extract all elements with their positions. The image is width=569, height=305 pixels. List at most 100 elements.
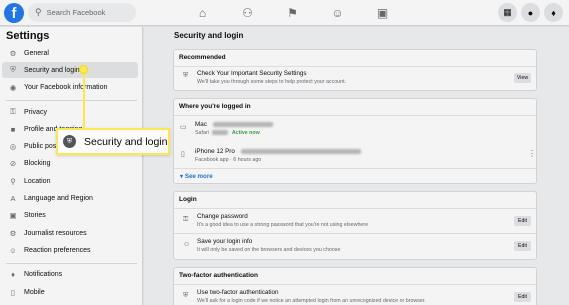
change-password-title: Change password [197,213,248,220]
sidebar-divider [6,100,137,101]
sidebar-item-language-and-region[interactable]: A Language and Region [2,190,138,206]
location-icon: ⚲ [10,176,16,186]
sidebar-item-location[interactable]: ⚲ Location [2,173,138,189]
sidebar-item-label: Notifications [24,270,63,278]
shield-check-icon: ⛨ [183,72,189,79]
sidebar-item-label: Security and login [24,66,80,74]
friends-icon[interactable]: ⚇ [225,0,270,26]
block-icon: ⊘ [9,158,17,168]
edit-save-login-button[interactable]: Edit [514,241,531,251]
sidebar-item-label: Privacy [24,108,47,116]
reaction-icon: ☺ [9,245,17,255]
sidebar-item-privacy[interactable]: ⚿ Privacy [2,104,138,120]
gear-icon: ⚙ [9,48,17,58]
facebook-logo[interactable]: f [4,3,24,23]
device-iphone-name: iPhone 12 Pro [195,148,361,155]
login-card: Login ⚿ Change password It's a good idea… [173,191,537,260]
sidebar-item-label: Your Facebook information [24,83,108,91]
top-navigation-bar: f ⚲ ⌂ ⚇ ⚑ ☺ ▣ ▦ ● ♦ [0,0,569,26]
groups-icon[interactable]: ☺ [315,0,360,26]
settings-main-panel: Security and login Recommended ⛨ Check Y… [144,27,569,305]
messenger-icon[interactable]: ● [521,3,540,22]
recommended-item-title: Check Your Important Security Settings [197,70,307,77]
main-nav: ⌂ ⚇ ⚑ ☺ ▣ [180,0,405,26]
view-button[interactable]: View [514,73,531,83]
sidebar-item-security-and-login[interactable]: ⛨ Security and login [2,62,138,78]
sidebar-divider [6,263,137,264]
two-factor-subtitle: We'll ask for a login code if we notice … [197,298,426,304]
edit-two-factor-button[interactable]: Edit [514,292,531,302]
divider [174,168,536,169]
sidebar-item-label: Stories [24,211,46,219]
search-box[interactable]: ⚲ [28,3,136,22]
two-factor-card: Two-factor authentication ⛨ Use two-fact… [173,267,537,305]
two-factor-title: Use two-factor authentication [197,289,279,296]
notifications-bell-icon[interactable]: ♦ [544,3,563,22]
change-password-subtitle: It's a good idea to use a strong passwor… [197,222,369,228]
sidebar-item-label: Blocking [24,159,51,167]
device-mac-details: Safari Active now [195,130,260,136]
card-header: Login [179,196,197,203]
sidebar-item-label: Language and Region [24,194,93,202]
recommended-card: Recommended ⛨ Check Your Important Secur… [173,49,537,91]
bell-icon: ♦ [11,269,15,279]
callout-label: Security and login [84,135,168,148]
card-header: Recommended [179,54,226,61]
pages-flag-icon[interactable]: ⚑ [270,0,315,26]
sidebar-item-stories[interactable]: ▣ Stories [2,207,138,223]
redacted-info [212,130,229,136]
divider [174,208,536,209]
callout-anchor-dot [79,65,88,74]
gaming-icon[interactable]: ▣ [360,0,405,26]
account-controls: ▦ ● ♦ [498,3,563,22]
stories-icon: ▣ [9,210,17,220]
edit-change-password-button[interactable]: Edit [514,216,531,226]
divider [174,115,536,116]
lock-icon: ⚿ [10,107,16,116]
settings-sidebar: Settings ⚙ General ⛨ Security and login … [0,27,143,305]
shield-lock-icon: ⛨ [183,292,189,299]
sidebar-item-label: Journalist resources [24,229,87,237]
sidebar-item-notifications[interactable]: ♦ Notifications [2,266,138,282]
globe-icon: ◎ [9,141,17,151]
sidebar-title: Settings [6,30,50,42]
search-input[interactable] [46,8,127,17]
device-mac-name: Mac [195,121,273,128]
card-header: Where you're logged in [179,103,251,110]
more-options-icon[interactable]: ⋮ [528,149,536,158]
callout-connector [83,69,85,129]
sidebar-item-mobile[interactable]: ▯ Mobile [2,284,138,300]
sidebar-item-your-facebook-information[interactable]: ◉ Your Facebook information [2,79,138,95]
redacted-location [240,148,361,154]
journalist-icon: ⚙ [9,228,17,238]
save-login-subtitle: It will only be saved on the browsers an… [197,247,341,253]
sidebar-item-general[interactable]: ⚙ General [2,45,138,61]
menu-grid-icon[interactable]: ▦ [498,3,517,22]
language-icon: A [10,193,16,203]
card-header: Two-factor authentication [179,272,258,279]
recommended-item-subtitle: We'll take you through some steps to hel… [197,79,347,85]
phone-icon: ▯ [181,151,185,158]
sidebar-item-label: Reaction preferences [24,246,91,254]
redacted-location [212,121,273,127]
save-login-title: Save your login info [197,238,253,245]
device-iphone-details: Facebook app · 6 hours ago [195,157,262,163]
home-icon[interactable]: ⌂ [180,0,225,26]
divider [174,233,536,234]
sidebar-item-label: General [24,49,49,57]
divider [174,284,536,285]
key-icon: ⚿ [183,216,189,223]
sidebar-item-reaction-preferences[interactable]: ☺ Reaction preferences [2,242,138,258]
tag-icon: ■ [10,124,16,134]
page-title: Security and login [174,31,244,40]
shield-icon: ⛨ [63,135,76,148]
sidebar-item-blocking[interactable]: ⊘ Blocking [2,155,138,171]
see-more-link[interactable]: ▾ See more [180,173,213,180]
shield-icon: ⛨ [10,65,16,74]
user-circle-icon: ☺ [183,241,191,248]
active-now-status: Active now [231,130,260,136]
sidebar-item-journalist-resources[interactable]: ⚙ Journalist resources [2,225,138,241]
sidebar-item-label: Location [24,177,51,185]
sidebar-item-label: Mobile [24,288,45,296]
logged-in-card: Where you're logged in ▭ Mac Safari Acti… [173,98,537,184]
